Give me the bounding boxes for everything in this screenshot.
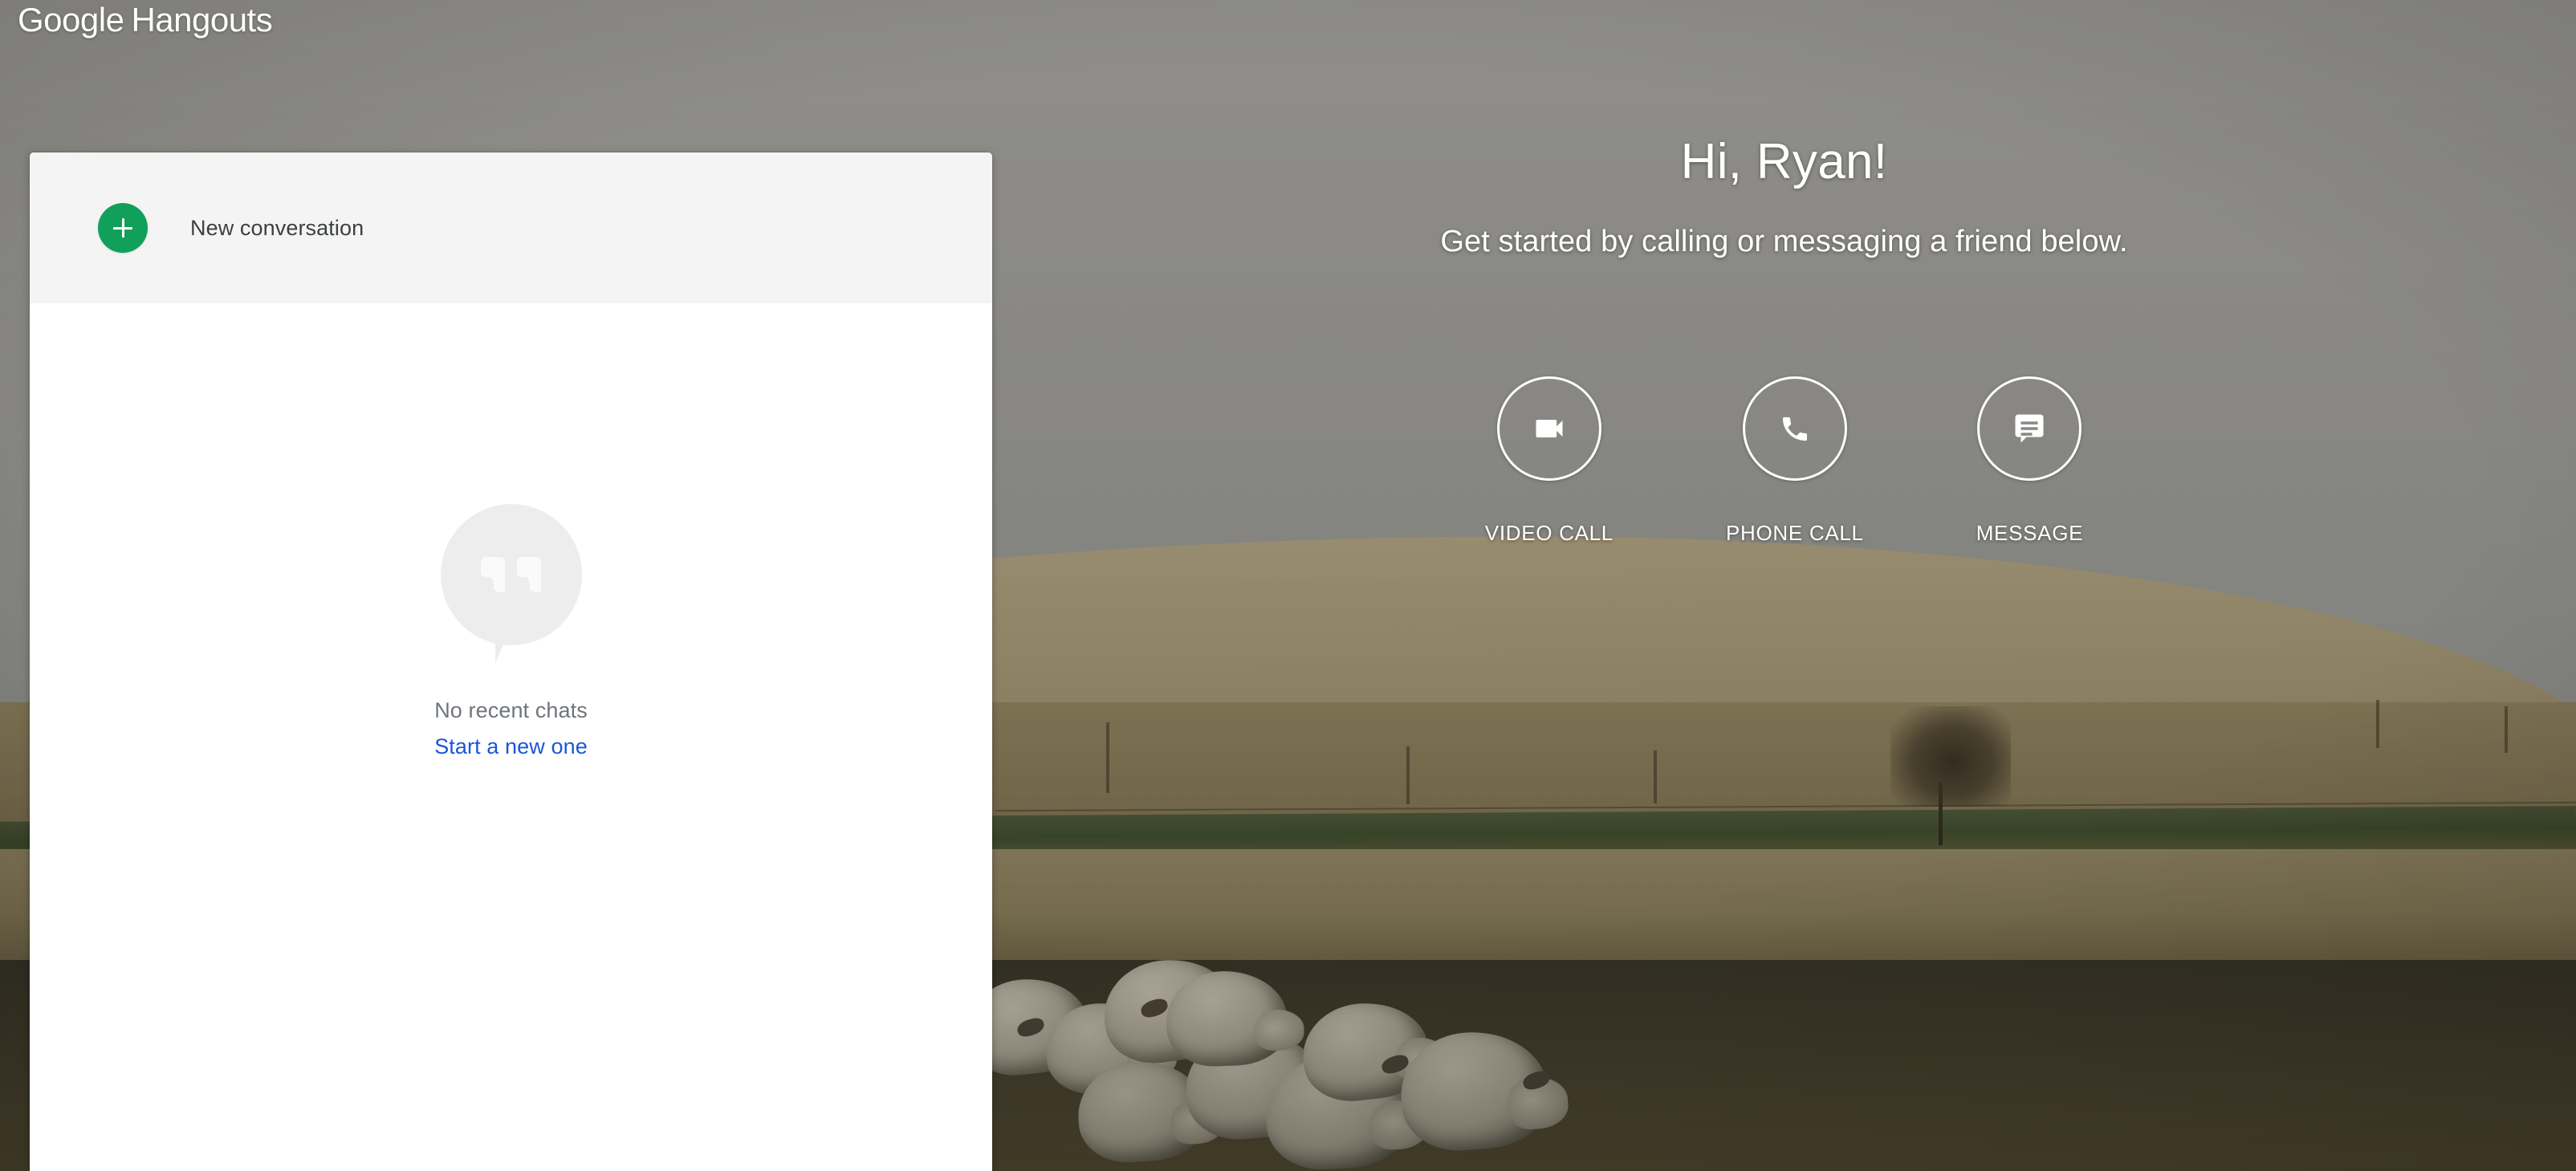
phone-call-button[interactable] [1742,376,1847,481]
plus-icon [98,203,148,253]
message-bubble-icon [2015,414,2044,443]
quote-mark-left [481,557,505,593]
video-camera-icon [1536,419,1563,437]
hangouts-quote-bubble-icon [440,504,582,663]
new-conversation-button[interactable]: New conversation [30,152,992,303]
quote-marks [441,504,582,645]
conversations-empty-state: No recent chats Start a new one [30,303,992,1171]
quick-actions: VIDEO CALL PHONE CALL MESSAGE [1485,376,2083,546]
video-call-button[interactable] [1496,376,1601,481]
app-logo-google: Google [18,1,124,39]
start-a-new-one-link[interactable]: Start a new one [434,734,588,759]
conversations-sidebar: New conversation No recent chats Start a… [30,152,992,1171]
page-title: Hi, Ryan! [1680,134,1888,189]
quote-mark-right [517,557,541,593]
message-label: MESSAGE [1976,520,2084,545]
page-subtitle: Get started by calling or messaging a fr… [1440,225,2128,259]
phone-call-label: PHONE CALL [1725,520,1864,545]
message-button[interactable] [1977,376,2082,481]
new-conversation-label: New conversation [190,215,364,240]
welcome-hero: Hi, Ryan! Get started by calling or mess… [992,0,2576,1171]
phone-call-action[interactable]: PHONE CALL [1726,376,1864,546]
app-logo: Google Hangouts [18,1,273,39]
phone-handset-icon [1782,417,1807,441]
message-action[interactable]: MESSAGE [1976,376,2084,546]
no-recent-chats-label: No recent chats [434,698,588,722]
app-logo-hangouts: Hangouts [131,1,273,39]
video-call-label: VIDEO CALL [1484,520,1614,545]
video-call-action[interactable]: VIDEO CALL [1485,376,1614,546]
